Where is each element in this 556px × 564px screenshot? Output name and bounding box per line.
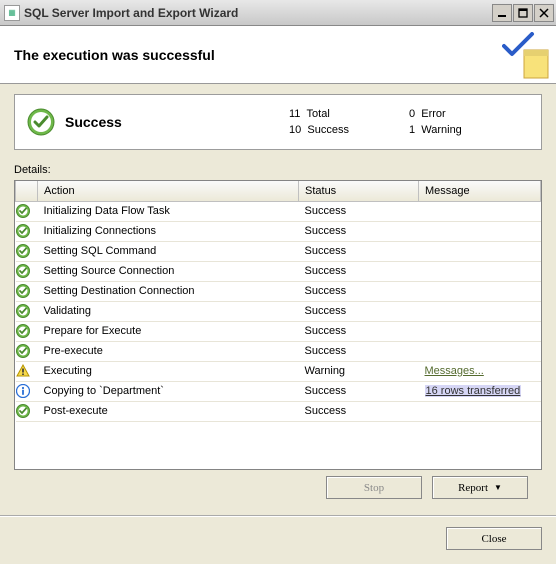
summary-warning: 1 Warning <box>409 124 529 136</box>
summary-panel: Success 11 Total 10 Success 0 Error 1 Wa… <box>14 94 542 150</box>
close-wizard-button[interactable]: Close <box>446 527 542 550</box>
cell-action: Initializing Data Flow Task <box>38 201 299 221</box>
cell-message <box>419 261 541 281</box>
cell-message <box>419 401 541 421</box>
summary-error: 0 Error <box>409 108 529 120</box>
table-row[interactable]: Setting Source ConnectionSuccess <box>16 261 541 281</box>
success-icon <box>16 401 38 421</box>
cell-status: Success <box>299 261 419 281</box>
success-icon <box>16 221 38 241</box>
cell-status: Success <box>299 241 419 261</box>
cell-message[interactable]: 16 rows transferred <box>419 381 541 401</box>
table-row[interactable]: Setting Destination ConnectionSuccess <box>16 281 541 301</box>
app-icon: ▦ <box>4 5 20 21</box>
maximize-button[interactable] <box>513 4 533 22</box>
report-button[interactable]: Report ▼ <box>432 476 528 499</box>
cell-status: Success <box>299 221 419 241</box>
chevron-down-icon: ▼ <box>494 483 502 492</box>
cell-action: Setting SQL Command <box>38 241 299 261</box>
summary-success: 10 Success <box>289 124 409 136</box>
table-row[interactable]: Initializing Data Flow TaskSuccess <box>16 201 541 221</box>
success-icon <box>16 301 38 321</box>
cell-action: Pre-execute <box>38 341 299 361</box>
success-icon <box>16 321 38 341</box>
rows-transferred-link[interactable]: 16 rows transferred <box>425 385 522 397</box>
table-row[interactable]: Pre-executeSuccess <box>16 341 541 361</box>
cell-action: Initializing Connections <box>38 221 299 241</box>
success-icon <box>16 201 38 221</box>
table-row[interactable]: Post-executeSuccess <box>16 401 541 421</box>
cell-message <box>419 341 541 361</box>
cell-status: Success <box>299 381 419 401</box>
table-row[interactable]: Prepare for ExecuteSuccess <box>16 321 541 341</box>
success-icon <box>27 108 55 136</box>
minimize-button[interactable] <box>492 4 512 22</box>
close-button[interactable] <box>534 4 554 22</box>
cell-action: Setting Source Connection <box>38 261 299 281</box>
cell-action: Prepare for Execute <box>38 321 299 341</box>
cell-status: Success <box>299 401 419 421</box>
cell-message <box>419 321 541 341</box>
info-icon <box>16 381 38 401</box>
action-buttons: Stop Report ▼ <box>14 470 542 505</box>
success-icon <box>16 261 38 281</box>
cell-action: Post-execute <box>38 401 299 421</box>
minimize-icon <box>497 8 507 18</box>
cell-message[interactable]: Messages... <box>419 361 541 381</box>
cell-status: Success <box>299 201 419 221</box>
summary-label: Success <box>65 114 122 130</box>
cell-status: Success <box>299 281 419 301</box>
summary-total: 11 Total <box>289 108 409 120</box>
cell-action: Executing <box>38 361 299 381</box>
cell-status: Success <box>299 301 419 321</box>
close-icon <box>539 8 549 18</box>
cell-message <box>419 201 541 221</box>
col-status[interactable]: Status <box>299 181 419 201</box>
table-row[interactable]: Copying to `Department`Success 16 rows tr… <box>16 381 541 401</box>
table-row[interactable]: ExecutingWarning Messages... <box>16 361 541 381</box>
table-row[interactable]: Setting SQL CommandSuccess <box>16 241 541 261</box>
success-icon <box>16 241 38 261</box>
cell-message <box>419 241 541 261</box>
table-row[interactable]: Initializing ConnectionsSuccess <box>16 221 541 241</box>
cell-message <box>419 281 541 301</box>
report-label: Report <box>458 482 488 494</box>
cell-message <box>419 221 541 241</box>
wizard-header: The execution was successful <box>0 26 556 84</box>
warning-icon <box>16 361 38 381</box>
success-icon <box>16 281 38 301</box>
maximize-icon <box>518 8 528 18</box>
cell-action: Validating <box>38 301 299 321</box>
cell-status: Warning <box>299 361 419 381</box>
cell-action: Copying to `Department` <box>38 381 299 401</box>
stop-button[interactable]: Stop <box>326 476 422 499</box>
footer: Close <box>0 517 556 560</box>
col-icon[interactable] <box>16 181 38 201</box>
details-label: Details: <box>14 164 542 176</box>
success-icon <box>16 341 38 361</box>
messages-link[interactable]: Messages... <box>425 365 484 377</box>
window-title: SQL Server Import and Export Wizard <box>24 6 492 20</box>
table-row[interactable]: ValidatingSuccess <box>16 301 541 321</box>
cell-action: Setting Destination Connection <box>38 281 299 301</box>
details-grid[interactable]: Action Status Message Initializing Data … <box>14 180 542 470</box>
cell-status: Success <box>299 341 419 361</box>
page-title: The execution was successful <box>14 47 215 63</box>
cell-status: Success <box>299 321 419 341</box>
col-message[interactable]: Message <box>419 181 541 201</box>
header-graphic <box>502 32 550 80</box>
title-bar: ▦ SQL Server Import and Export Wizard <box>0 0 556 26</box>
cell-message <box>419 301 541 321</box>
col-action[interactable]: Action <box>38 181 299 201</box>
